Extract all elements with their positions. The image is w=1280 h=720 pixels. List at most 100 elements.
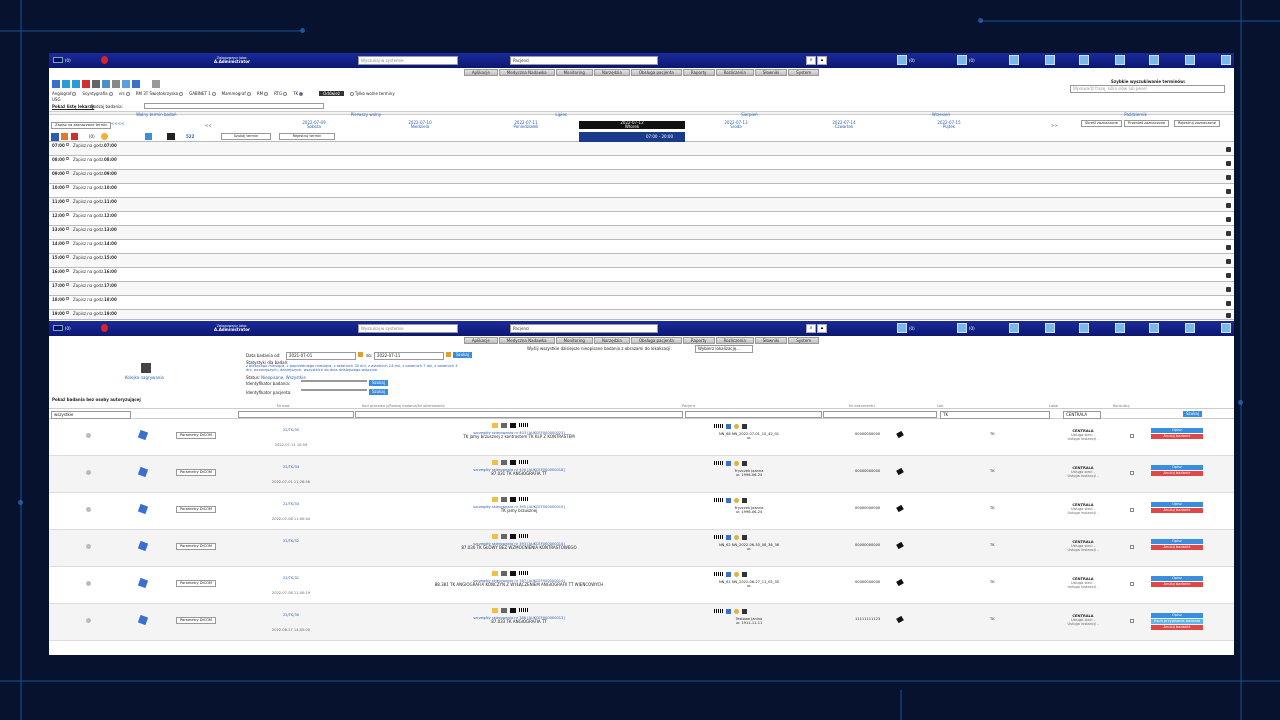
quick-search-input[interactable]: Wprowadź frazę, kilka słów lub pesel [1070, 85, 1225, 93]
folder-icon[interactable] [492, 571, 498, 576]
calendar-icon[interactable] [51, 133, 59, 141]
folder-icon[interactable] [492, 423, 498, 428]
monitor-icon[interactable] [897, 323, 907, 333]
mail-icon[interactable] [1045, 55, 1055, 65]
key-icon[interactable] [501, 534, 507, 539]
menu-item[interactable]: System [788, 337, 820, 344]
radio[interactable] [179, 92, 184, 96]
tool-icon[interactable] [122, 80, 130, 88]
cancel-exam-button[interactable]: Anuluj badanie [1151, 545, 1203, 550]
tag-icon[interactable] [510, 608, 516, 613]
exam-number[interactable]: 22/TK/30 [261, 613, 321, 617]
time-slot[interactable]: 10:00 Zapisz na godz. 10:00 [49, 184, 1234, 198]
filter-select-all[interactable]: wszystkie [51, 411, 131, 419]
eye-icon[interactable] [742, 609, 747, 614]
describe-button[interactable]: Opisz [1151, 465, 1203, 470]
folder-icon[interactable] [492, 534, 498, 539]
edit-icon[interactable] [137, 577, 149, 589]
chevron-up-icon[interactable]: ▴ [817, 324, 827, 333]
barcode-icon[interactable] [519, 608, 528, 612]
menu-item[interactable]: Raporty [682, 69, 715, 76]
exam-number[interactable]: 22/TK/34 [261, 465, 321, 469]
modality-option[interactable]: RTG [274, 91, 288, 96]
header-cell[interactable]: Nr dokumentu [849, 404, 875, 408]
radio[interactable] [264, 92, 269, 96]
header-cell[interactable]: Lok. [937, 404, 944, 408]
menu-item[interactable]: Monitoring [555, 337, 593, 344]
tool-icon[interactable] [112, 80, 120, 88]
refresh-button[interactable]: Odśwież [319, 91, 344, 96]
slot-checkbox[interactable] [66, 171, 69, 174]
cancel-selected-button[interactable]: Skreśl zaznaczone [1081, 120, 1122, 127]
exam-row[interactable]: Parametry DICOM 22/TK/32 szczegóły skierow… [49, 530, 1234, 567]
menu-item[interactable]: Słowniki [754, 69, 788, 76]
modality-option[interactable]: TK [293, 91, 304, 96]
tool-icon[interactable] [132, 80, 140, 88]
exam-search-button[interactable]: Szukaj [369, 380, 388, 386]
search-icon[interactable]: ⌕ [806, 56, 816, 65]
dicom-params-button[interactable]: Parametry DICOM [176, 432, 217, 439]
dicom-params-button[interactable]: Parametry DICOM [176, 469, 217, 476]
tool-icon[interactable] [92, 80, 100, 88]
home-icon[interactable] [1009, 55, 1019, 65]
time-slot[interactable]: 17:00 Zapisz na godz. 17:00 [49, 282, 1234, 296]
day-column[interactable]: 2022-07-13 Środa [721, 121, 751, 129]
users-icon[interactable] [1185, 323, 1195, 333]
menu-item[interactable]: Rozliczenia [715, 337, 754, 344]
info-icon[interactable] [734, 609, 739, 614]
menu-item[interactable]: Rozliczenia [715, 69, 754, 76]
logout-icon[interactable] [1221, 323, 1231, 333]
recording-queue-link[interactable]: Kolejka nagrywania [125, 375, 164, 380]
checkbox[interactable] [349, 92, 354, 96]
refresh-icon[interactable] [152, 80, 160, 88]
describe-button[interactable]: Opisz [1151, 613, 1203, 618]
logo[interactable] [53, 325, 63, 331]
location-select[interactable]: Wybierz lokalizację... [695, 345, 753, 353]
slot-checkbox[interactable] [66, 227, 69, 230]
cloud-icon[interactable] [957, 55, 967, 65]
exam-number[interactable]: 22/TK/32 [261, 539, 321, 543]
barcode-icon[interactable] [714, 461, 723, 465]
describe-button[interactable]: Opisz [1151, 428, 1203, 433]
key-icon[interactable] [501, 423, 507, 428]
tool-icon[interactable] [101, 133, 108, 140]
describe-button[interactable]: Opisz [1151, 576, 1203, 581]
nav-next[interactable]: >> [1051, 124, 1058, 128]
filter-document-input[interactable] [823, 411, 937, 418]
tag-icon[interactable] [896, 430, 904, 439]
tag-icon[interactable] [510, 497, 516, 502]
menu-item[interactable]: Narzędzia [593, 337, 630, 344]
modality-option[interactable]: RM 3T Świętokrzyska [136, 91, 184, 96]
exam-row[interactable]: Parametry DICOM 22/TK/34 2022-07-01 11:28:… [49, 456, 1234, 493]
slot-checkbox[interactable] [66, 199, 69, 202]
tag-icon[interactable] [510, 534, 516, 539]
filter-procedure-input[interactable] [355, 411, 683, 418]
tool-icon[interactable] [145, 133, 152, 140]
day-column[interactable]: 2022-07-09 Sobota [299, 121, 329, 129]
time-slot[interactable]: 11:00 Zapisz na godz. 11:00 [49, 198, 1234, 212]
global-search-input[interactable]: Wyszukaj w systemie [358, 324, 458, 333]
edit-icon[interactable] [137, 614, 149, 626]
barcode-icon[interactable] [519, 497, 528, 501]
key-icon[interactable] [501, 497, 507, 502]
info-icon[interactable] [734, 535, 739, 540]
key-icon[interactable] [501, 608, 507, 613]
tag-icon[interactable] [896, 578, 904, 587]
eye-icon[interactable] [742, 535, 747, 540]
tag-icon[interactable] [510, 571, 516, 576]
chevron-up-icon[interactable]: ▴ [817, 56, 827, 65]
col-header[interactable]: Sierpień [741, 112, 757, 117]
col-header[interactable]: Wolny termin badań [136, 112, 176, 117]
tool-icon[interactable] [52, 80, 60, 88]
menu-item[interactable]: Obsługa pacjenta [630, 337, 682, 344]
info-icon[interactable] [734, 498, 739, 503]
edit-icon[interactable] [137, 429, 149, 441]
date-from-input[interactable]: 2021-07-01 [286, 352, 356, 360]
cancel-exam-button[interactable]: Anuluj badanie [1151, 625, 1203, 630]
radio[interactable] [211, 92, 216, 96]
eye-icon[interactable] [742, 572, 747, 577]
folder-icon[interactable] [726, 535, 731, 540]
slot-checkbox[interactable] [66, 143, 69, 146]
tool-icon[interactable] [61, 133, 68, 140]
search-icon[interactable]: ⌕ [806, 324, 816, 333]
